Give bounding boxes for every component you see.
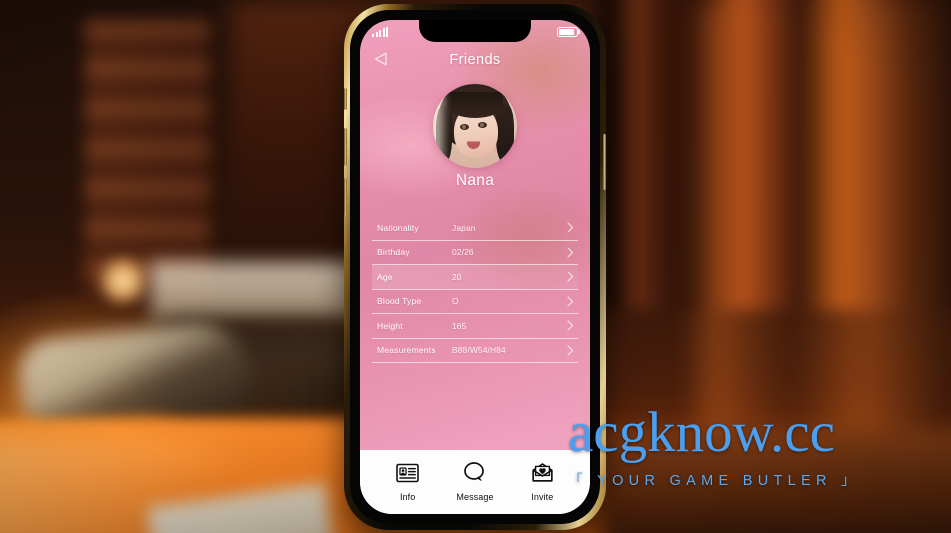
info-row-label: Nationality [377,222,419,233]
chevron-right-icon [562,296,578,307]
page-title: Friends [449,52,501,68]
info-row-blood-type[interactable]: Blood Type O [372,290,578,314]
tab-bar: Info Message Invite [360,450,590,514]
info-row-value: B88/W54/H84 [452,345,506,356]
status-bar [360,20,590,44]
tab-message[interactable]: Message [446,462,504,502]
phone-screen: Friends Nana Nationality Japan Birthday … [360,20,590,514]
info-row-label: Measurements [377,345,436,356]
avatar[interactable] [433,84,517,168]
chevron-right-icon [562,320,578,331]
phone-power-button[interactable] [603,134,606,190]
info-row-value: Japan [452,222,476,233]
screenshot-stage: Friends Nana Nationality Japan Birthday … [0,0,951,533]
info-list: Nationality Japan Birthday 02/26 Age 20 … [372,216,578,363]
profile-name: Nana [455,172,495,189]
chevron-right-icon [562,271,578,282]
tab-label: Invite [531,491,554,502]
info-row-label: Birthday [377,247,410,258]
phone-volume-up-button[interactable] [344,128,347,166]
info-row-measurements[interactable]: Measurements B88/W54/H84 [372,339,578,363]
chevron-right-icon [562,247,578,258]
info-row-value: 02/26 [452,247,474,258]
info-row-birthday[interactable]: Birthday 02/26 [372,241,578,265]
avatar-portrait [433,84,517,168]
tab-label: Info [399,491,416,502]
info-row-height[interactable]: Height 165 [372,314,578,339]
chevron-right-icon [562,222,578,233]
info-row-value: 165 [452,320,467,331]
info-row-value: O [452,296,459,307]
info-row-value: 20 [452,271,462,282]
phone-bezel: Friends Nana Nationality Japan Birthday … [350,10,600,524]
speech-bubble-icon [463,462,486,488]
tab-invite[interactable]: Invite [513,462,571,502]
id-card-icon [396,463,419,488]
phone-volume-down-button[interactable] [344,178,347,216]
info-row-label: Blood Type [377,296,422,307]
battery-icon [557,27,581,37]
tab-info[interactable]: Info [379,463,437,502]
nav-bar: Friends [360,46,590,74]
info-row-nationality[interactable]: Nationality Japan [372,216,578,241]
phone-mute-switch[interactable] [344,88,347,110]
chevron-right-icon [562,345,578,356]
phone-device: Friends Nana Nationality Japan Birthday … [344,4,606,530]
back-triangle-icon[interactable] [372,50,390,68]
info-row-label: Age [377,271,393,282]
tab-label: Message [456,492,494,502]
envelope-heart-icon [531,462,554,488]
signal-bars-icon [372,27,388,37]
info-row-age[interactable]: Age 20 [372,265,578,290]
info-row-label: Height [377,320,403,331]
